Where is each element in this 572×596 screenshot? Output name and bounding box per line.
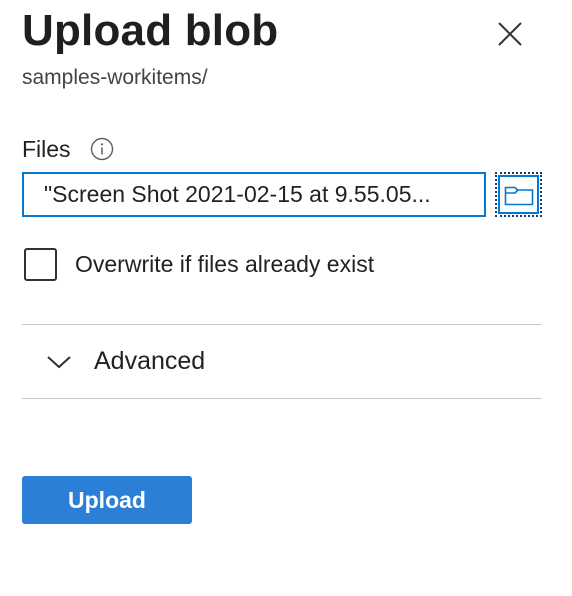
browse-files-button[interactable] <box>495 172 542 217</box>
container-path: samples-workitems/ <box>22 66 208 89</box>
close-button[interactable] <box>490 14 530 54</box>
overwrite-option[interactable]: Overwrite if files already exist <box>22 248 374 281</box>
selected-files-field[interactable]: "Screen Shot 2021-02-15 at 9.55.05... <box>22 172 486 217</box>
close-icon <box>498 22 522 46</box>
advanced-section-toggle[interactable]: Advanced <box>22 325 542 398</box>
divider-bottom <box>22 398 542 399</box>
advanced-label: Advanced <box>94 347 206 375</box>
overwrite-checkbox[interactable] <box>24 248 57 281</box>
files-label: Files <box>22 136 71 162</box>
upload-button[interactable]: Upload <box>22 476 192 524</box>
info-icon[interactable] <box>90 137 114 161</box>
overwrite-label: Overwrite if files already exist <box>75 251 375 277</box>
chevron-down-icon <box>44 352 74 372</box>
selected-files-value: "Screen Shot 2021-02-15 at 9.55.05... <box>44 181 431 207</box>
folder-icon <box>504 186 533 205</box>
panel-title: Upload blob <box>22 6 279 55</box>
